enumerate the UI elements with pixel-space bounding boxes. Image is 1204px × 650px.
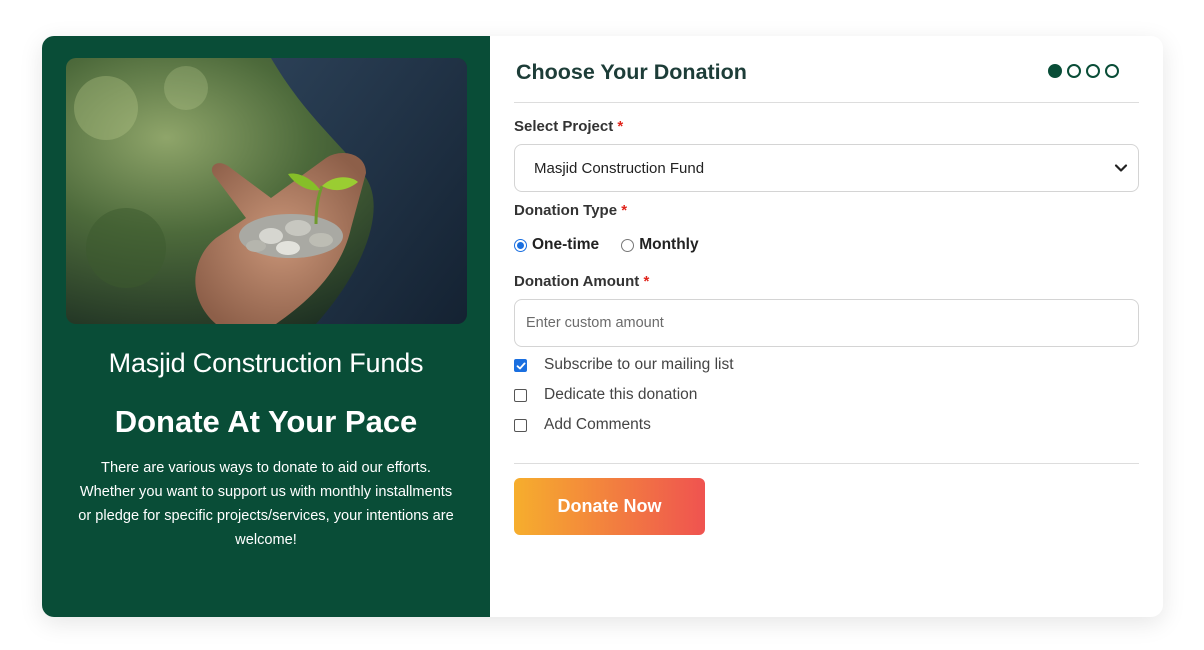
required-marker: * <box>617 118 624 135</box>
radio-monthly[interactable]: Monthly <box>621 236 699 254</box>
project-label: Select Project * <box>514 118 623 135</box>
radio-label: One-time <box>532 236 600 253</box>
campaign-description: There are various ways to donate to aid … <box>78 460 454 548</box>
checkbox-dedicate[interactable]: Dedicate this donation <box>514 386 697 404</box>
required-marker: * <box>621 202 628 219</box>
checkbox-subscribe[interactable]: Subscribe to our mailing list <box>514 356 734 374</box>
donation-card: Masjid Construction Funds Donate At Your… <box>42 36 1163 617</box>
project-selected-value: Masjid Construction Fund <box>534 159 705 177</box>
chevron-down-icon <box>1114 164 1128 172</box>
step-dot <box>1105 64 1119 78</box>
campaign-title: Masjid Construction Funds <box>108 348 424 378</box>
donate-now-button[interactable]: Donate Now <box>514 478 705 535</box>
donation-form: Choose Your Donation Select Project * Ma… <box>490 36 1163 617</box>
checkbox-checked[interactable] <box>514 358 527 372</box>
info-panel: Masjid Construction Funds Donate At Your… <box>42 36 490 617</box>
radio-button-selected[interactable] <box>514 238 527 252</box>
campaign-heading: Donate At Your Pace <box>114 404 418 439</box>
checkbox-label: Add Comments <box>544 416 651 433</box>
checkbox-label: Dedicate this donation <box>544 386 698 403</box>
checkbox[interactable] <box>514 388 527 402</box>
project-label-text: Select Project <box>514 118 614 135</box>
radio-button[interactable] <box>621 238 635 252</box>
checkbox[interactable] <box>514 418 527 432</box>
checkbox-label: Subscribe to our mailing list <box>544 356 734 373</box>
amount-placeholder: Enter custom amount <box>526 315 664 331</box>
form-title: Choose Your Donation <box>516 60 747 84</box>
step-dot-active <box>1048 64 1062 78</box>
project-select[interactable]: Masjid Construction Fund <box>514 144 1139 192</box>
amount-input[interactable]: Enter custom amount <box>514 299 1139 347</box>
header-divider <box>514 102 1139 103</box>
step-dot <box>1086 64 1100 78</box>
step-dot <box>1067 64 1081 78</box>
checkmark-icon <box>516 362 526 369</box>
checkbox-comments[interactable]: Add Comments <box>514 416 651 434</box>
radio-label: Monthly <box>639 236 699 253</box>
footer-divider <box>514 463 1139 464</box>
radio-one-time[interactable]: One-time <box>514 236 599 254</box>
required-marker: * <box>643 273 650 290</box>
donation-type-label-text: Donation Type <box>514 202 618 219</box>
amount-label: Donation Amount * <box>514 273 649 290</box>
step-indicator <box>1048 64 1119 78</box>
donation-type-label: Donation Type * <box>514 202 627 219</box>
amount-label-text: Donation Amount <box>514 273 640 290</box>
donation-type-radios: One-time Monthly <box>514 236 699 254</box>
hands-with-coins-image <box>66 58 467 324</box>
